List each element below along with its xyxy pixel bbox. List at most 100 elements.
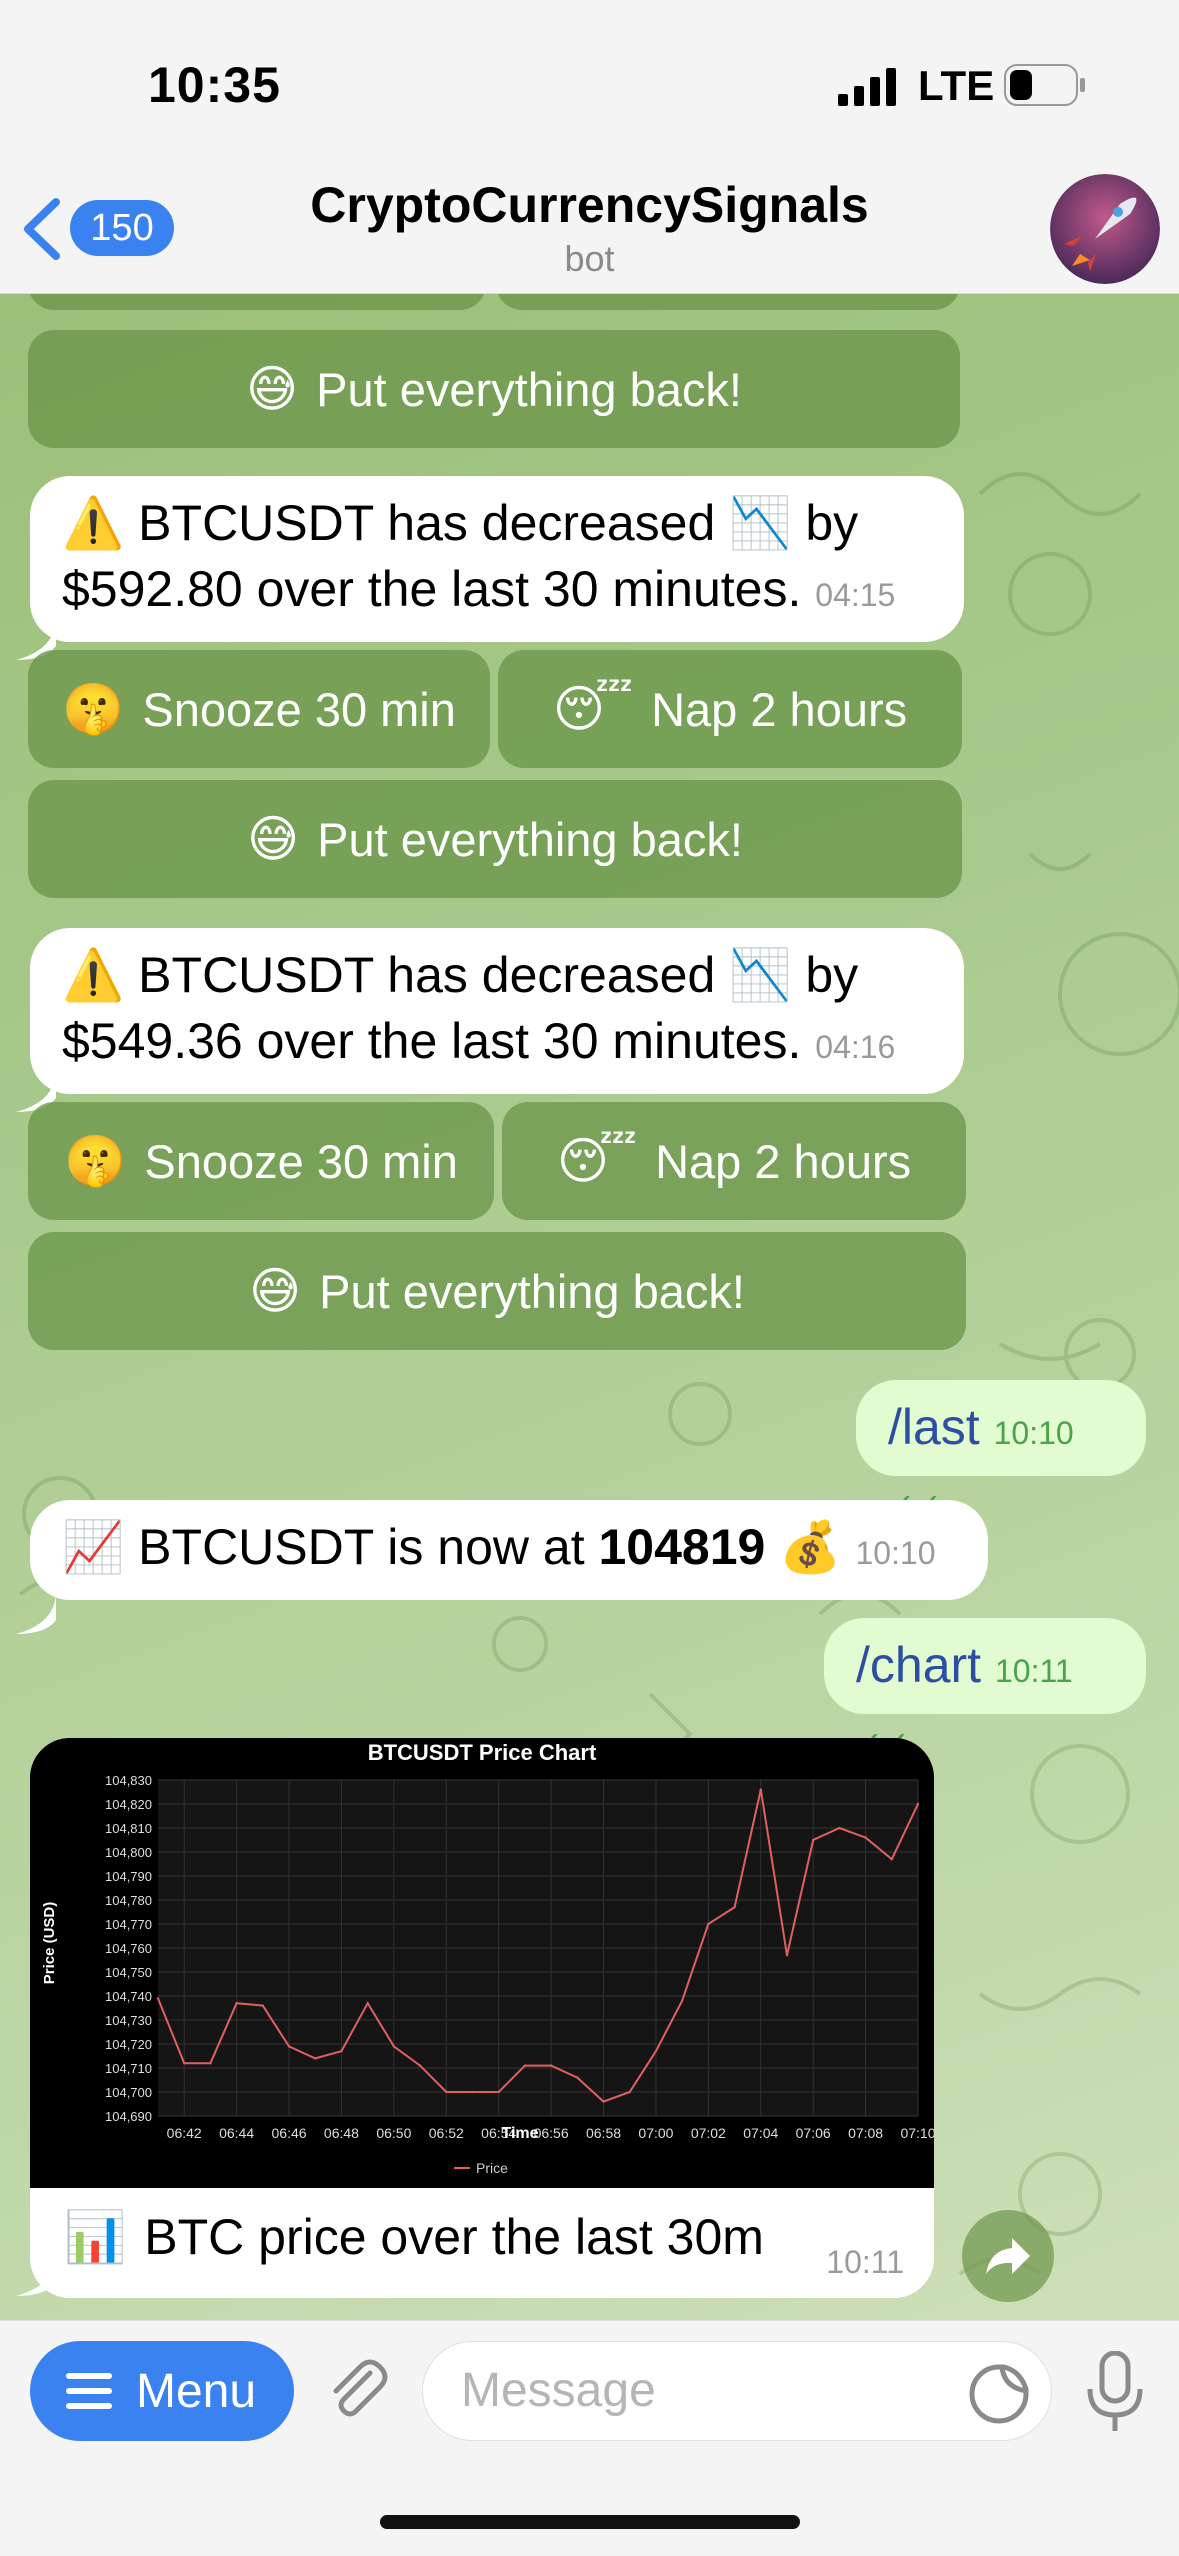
shushing-face-icon: 🤫	[64, 1133, 127, 1189]
outgoing-message-last: /last 10:10 ✓✓	[856, 1380, 1146, 1523]
x-tick-label: 06:44	[219, 2125, 254, 2141]
price-value: 104819	[598, 1519, 766, 1575]
network-type: LTE	[918, 62, 995, 109]
y-tick-label: 104,800	[105, 1845, 152, 1860]
alert-text: $549.36 over the last 30 minutes.	[62, 1013, 802, 1069]
nap-label: Nap 2 hours	[655, 1134, 912, 1188]
nap-label: Nap 2 hours	[651, 682, 908, 736]
y-tick-label: 104,730	[105, 2013, 152, 2028]
status-time: 10:35	[148, 57, 281, 113]
snooze-button[interactable]: 🤫 Snooze 30 min	[28, 650, 490, 768]
x-tick-label: 06:52	[429, 2125, 464, 2141]
message-time: 10:10	[855, 1535, 936, 1571]
alert-message-1: ⚠️ BTCUSDT has decreased 📉 by $592.80 ov…	[30, 476, 964, 642]
sweat-smile-icon: 😅	[246, 361, 299, 417]
y-axis-label: Price (USD)	[41, 1902, 58, 1985]
bubble-tail	[16, 1594, 56, 1634]
chat-title[interactable]: CryptoCurrencySignals	[0, 176, 1179, 234]
message-input[interactable]: Message	[422, 2341, 1052, 2441]
rocket-avatar-icon	[1050, 174, 1160, 284]
chart-title: BTCUSDT Price Chart	[368, 1740, 597, 1765]
nap-button[interactable]: 😴 Nap 2 hours	[502, 1102, 966, 1220]
shushing-face-icon: 🤫	[62, 681, 125, 737]
put-back-button[interactable]: 😅 Put everything back!	[28, 780, 962, 898]
put-back-button[interactable]: 😅 Put everything back!	[28, 330, 960, 448]
y-tick-label: 104,780	[105, 1893, 152, 1908]
chart-decreasing-icon: 📉	[729, 947, 792, 1003]
y-tick-label: 104,820	[105, 1797, 152, 1812]
x-tick-label: 06:50	[376, 2125, 411, 2141]
warning-icon: ⚠️	[62, 947, 125, 1003]
x-tick-label: 07:04	[743, 2125, 778, 2141]
put-back-button[interactable]: 😅 Put everything back!	[28, 1232, 966, 1350]
chart-message[interactable]: BTCUSDT Price Chart 104,830 104,820 104,81…	[30, 1738, 934, 2298]
chat-subtitle: bot	[564, 238, 615, 279]
y-tick-label: 104,690	[105, 2109, 152, 2124]
alert-text: $592.80 over the last 30 minutes.	[62, 561, 802, 617]
command-text[interactable]: /chart	[856, 1637, 981, 1693]
outgoing-message-chart: /chart 10:11 ✓✓	[824, 1618, 1146, 1761]
y-tick-label: 104,710	[105, 2061, 152, 2076]
paperclip-icon[interactable]	[322, 2355, 392, 2425]
chart-increasing-icon: 📈	[62, 1519, 125, 1575]
menu-button[interactable]: Menu	[30, 2341, 294, 2441]
y-tick-label: 104,810	[105, 1821, 152, 1836]
forward-button[interactable]	[962, 2210, 1054, 2302]
money-bag-icon: 💰	[779, 1519, 842, 1575]
x-tick-label: 07:00	[638, 2125, 673, 2141]
alert-text: by	[805, 495, 859, 551]
x-tick-label: 06:48	[324, 2125, 359, 2141]
menu-label: Menu	[136, 2364, 257, 2418]
chart-caption: 📊 BTC price over the last 30m	[64, 2208, 764, 2266]
x-tick-label: 07:08	[848, 2125, 883, 2141]
put-back-label: Put everything back!	[317, 812, 743, 866]
put-back-label: Put everything back!	[316, 362, 742, 416]
price-message: 📈 BTCUSDT is now at 104819 💰 10:10	[30, 1500, 988, 1600]
snooze-button[interactable]: 🤫 Snooze 30 min	[28, 1102, 494, 1220]
hamburger-icon	[66, 2373, 112, 2409]
nap-button[interactable]: 😴 Nap 2 hours	[498, 650, 962, 768]
y-tick-label: 104,770	[105, 1917, 152, 1932]
battery-icon	[1004, 64, 1085, 106]
x-tick-label: 06:56	[534, 2125, 569, 2141]
message-time: 04:16	[815, 1029, 896, 1065]
put-back-label: Put everything back!	[319, 1264, 745, 1318]
sweat-smile-icon: 😅	[247, 811, 300, 867]
legend-label: Price	[476, 2160, 508, 2176]
x-tick-label: 07:10	[900, 2125, 934, 2141]
alert-message-2: ⚠️ BTCUSDT has decreased 📉 by $549.36 ov…	[30, 928, 964, 1094]
y-tick-label: 104,790	[105, 1869, 152, 1884]
y-tick-label: 104,760	[105, 1941, 152, 1956]
y-tick-label: 104,750	[105, 1965, 152, 1980]
message-time: 10:11	[826, 2244, 904, 2280]
snooze-label: Snooze 30 min	[142, 682, 456, 736]
command-text[interactable]: /last	[888, 1399, 980, 1455]
microphone-icon[interactable]	[1086, 2351, 1144, 2435]
avatar[interactable]	[1050, 174, 1160, 284]
caption-text: BTC price over the last 30m	[144, 2209, 764, 2265]
inline-button-partial[interactable]	[496, 294, 960, 310]
y-tick-label: 104,740	[105, 1989, 152, 2004]
forward-icon	[986, 2238, 1030, 2274]
inline-button-partial[interactable]	[28, 294, 486, 310]
alert-text: BTCUSDT has decreased	[138, 947, 716, 1003]
alert-text: by	[805, 947, 859, 1003]
home-indicator	[380, 2515, 800, 2529]
message-time: 10:11	[994, 1653, 1073, 1689]
x-tick-label: 06:46	[272, 2125, 307, 2141]
sweat-smile-icon: 😅	[249, 1263, 302, 1319]
bar-chart-icon: 📊	[64, 2209, 127, 2265]
alert-text: BTCUSDT has decreased	[138, 495, 716, 551]
cellular-signal-icon	[838, 68, 896, 106]
price-chart[interactable]: BTCUSDT Price Chart 104,830 104,820 104,81…	[30, 1738, 934, 2188]
y-tick-label: 104,700	[105, 2085, 152, 2100]
y-tick-label: 104,720	[105, 2037, 152, 2052]
x-tick-label: 07:02	[691, 2125, 726, 2141]
sticker-icon[interactable]	[968, 2363, 1030, 2425]
bubble-tail	[16, 2256, 56, 2296]
x-axis-label: Time	[501, 2125, 538, 2142]
x-tick-label: 06:58	[586, 2125, 621, 2141]
chart-decreasing-icon: 📉	[729, 495, 792, 551]
price-text: BTCUSDT is now at	[138, 1519, 585, 1575]
message-time: 10:10	[993, 1415, 1074, 1451]
